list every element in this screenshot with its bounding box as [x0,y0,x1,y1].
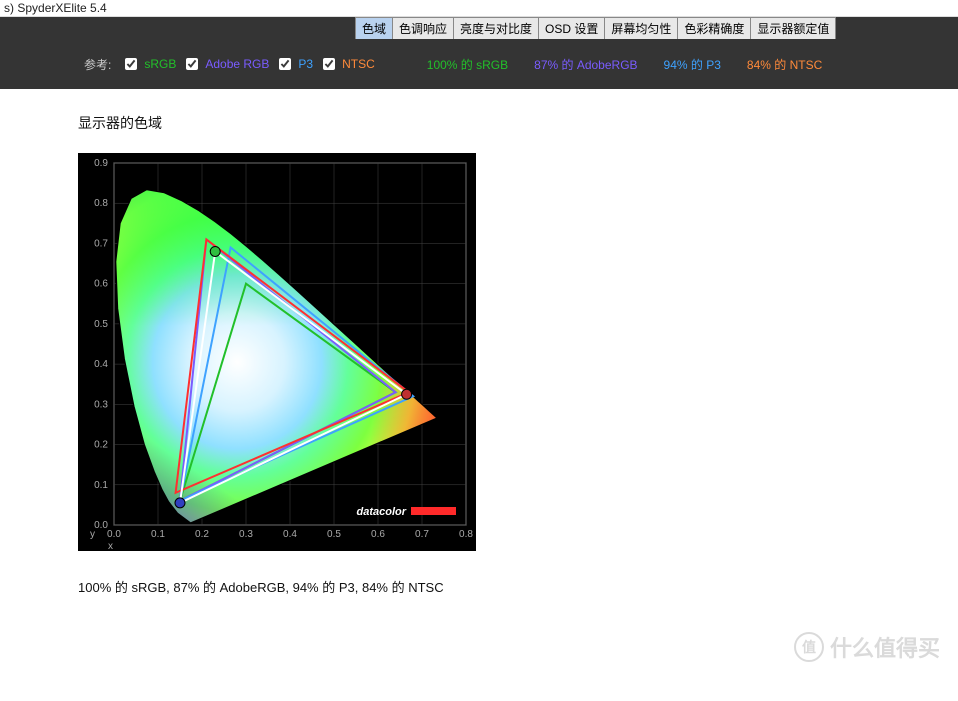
ref-p3-checkbox[interactable] [279,58,291,70]
svg-text:y: y [90,529,95,540]
tab-osd[interactable]: OSD 设置 [538,17,605,39]
stat-adobe: 87% 的 AdobeRGB [534,58,637,72]
svg-text:x: x [108,541,113,551]
content-page: 显示器的色域 0.0 0.1 0.2 0.3 0.4 0.5 0.6 0.7 0.8 0.0 0.1… [18,89,958,673]
reference-label: 参考: [84,56,111,73]
header-panel: 色域色调响应亮度与对比度OSD 设置屏幕均匀性色彩精确度显示器额定值 参考: s… [0,17,958,89]
svg-text:0.1: 0.1 [151,529,165,540]
svg-text:0.2: 0.2 [94,440,108,451]
svg-text:0.6: 0.6 [371,529,385,540]
svg-text:0.1: 0.1 [94,480,108,491]
svg-text:0.3: 0.3 [239,529,253,540]
svg-text:0.7: 0.7 [94,238,108,249]
reference-row: 参考: sRGB Adobe RGB P3 NTSC 100% 的 sRGB 87% 的… [0,39,958,89]
ref-adobe-label: Adobe RGB [205,57,269,71]
ref-adobe[interactable]: Adobe RGB [182,55,269,73]
svg-text:datacolor: datacolor [356,506,406,518]
stat-ntsc: 84% 的 NTSC [747,58,822,72]
gamut-chart: 0.0 0.1 0.2 0.3 0.4 0.5 0.6 0.7 0.8 0.0 0.1 0.2 0.3 0… [78,153,476,551]
svg-text:0.8: 0.8 [459,529,473,540]
ref-sRGB-label: sRGB [144,57,176,71]
tab-gamut[interactable]: 色域 [355,17,393,39]
watermark-text: 什么值得买 [830,631,940,663]
svg-text:0.0: 0.0 [94,520,108,531]
tab-uniform[interactable]: 屏幕均匀性 [604,17,678,39]
ref-ntsc[interactable]: NTSC [319,55,375,73]
tab-rated[interactable]: 显示器额定值 [750,17,836,39]
svg-text:0.4: 0.4 [283,529,297,540]
ref-sRGB[interactable]: sRGB [121,55,176,73]
svg-text:0.4: 0.4 [94,359,108,370]
ref-sRGB-checkbox[interactable] [125,58,137,70]
svg-text:0.7: 0.7 [415,529,429,540]
tab-accuracy[interactable]: 色彩精确度 [677,17,751,39]
svg-text:0.3: 0.3 [94,399,108,410]
tab-bar: 色域色调响应亮度与对比度OSD 设置屏幕均匀性色彩精确度显示器额定值 [0,17,958,39]
title-bar: s) SpyderXElite 5.4 [0,0,958,17]
page-title: 显示器的色域 [78,113,958,133]
svg-text:0.2: 0.2 [195,529,209,540]
gamut-summary: 100% 的 sRGB, 87% 的 AdobeRGB, 94% 的 P3, 8… [78,577,958,596]
tab-bright[interactable]: 亮度与对比度 [453,17,539,39]
title-prefix: s) [4,1,14,15]
stat-sRGB: 100% 的 sRGB [427,58,508,72]
ref-adobe-checkbox[interactable] [186,58,198,70]
svg-text:0.0: 0.0 [107,529,121,540]
ref-ntsc-label: NTSC [342,57,375,71]
ref-p3-label: P3 [298,57,313,71]
svg-text:0.5: 0.5 [327,529,341,540]
tab-tone[interactable]: 色调响应 [392,17,454,39]
stat-p3: 94% 的 P3 [664,58,721,72]
ref-ntsc-checkbox[interactable] [323,58,335,70]
ref-p3[interactable]: P3 [275,55,313,73]
watermark: 值 什么值得买 [794,631,940,663]
watermark-icon: 值 [794,632,824,662]
app-title: SpyderXElite 5.4 [17,1,106,15]
svg-text:0.5: 0.5 [94,319,108,330]
svg-text:0.9: 0.9 [94,158,108,169]
svg-text:0.8: 0.8 [94,198,108,209]
svg-text:0.6: 0.6 [94,279,108,290]
